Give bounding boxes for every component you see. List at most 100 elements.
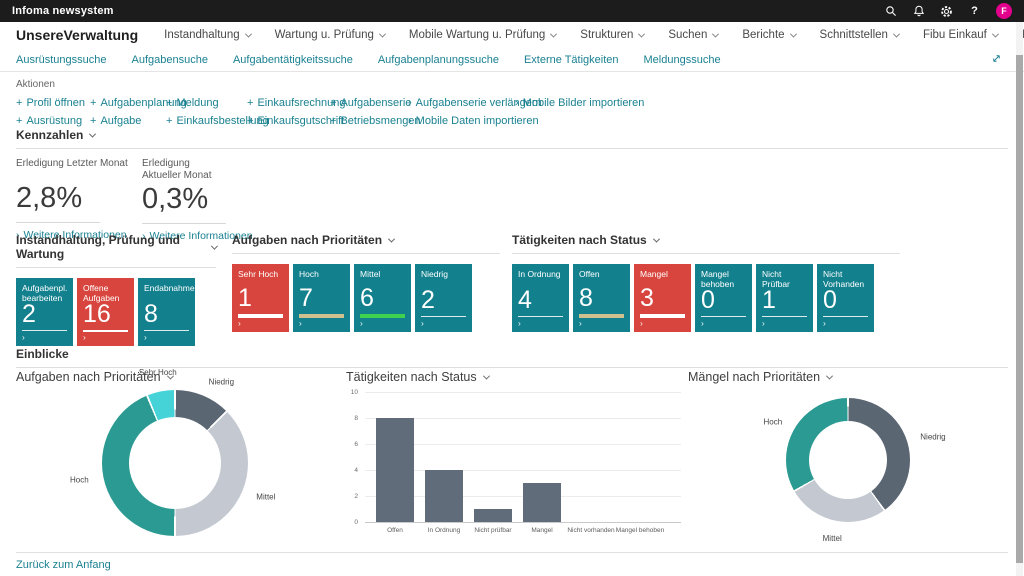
action-einkaufsbestellung[interactable]: +Einkaufsbestellung [166, 115, 247, 127]
chevron-down-icon [483, 372, 490, 379]
bar [425, 470, 463, 522]
role-center-page: Infoma newsystem ? F UnsereVerwaltung In… [0, 0, 1024, 576]
subnav-aufgabensuche[interactable]: Aufgabensuche [132, 54, 208, 66]
search-links-bar: Ausrüstungssuche Aufgabensuche Aufgabent… [16, 48, 721, 71]
action-aufgabe[interactable]: +Aufgabe [90, 115, 166, 127]
help-icon[interactable]: ? [968, 5, 981, 18]
tile-nicht-pruefbar[interactable]: Nicht Prüfbar1› [756, 264, 813, 332]
kpi-label: Erledigung Letzter Monat [16, 158, 142, 181]
donut-chart-maengel-nach-prioritaeten: Mängel nach Prioritäten NiedrigMittelHoc… [688, 370, 1010, 544]
chevron-right-icon: › [299, 318, 344, 328]
vertical-scrollbar-thumb[interactable] [1016, 55, 1023, 563]
nav-item-berichte[interactable]: Berichte [742, 29, 795, 41]
action-meldung[interactable]: +Meldung [166, 97, 247, 109]
action-einkaufsrechnung[interactable]: +Einkaufsrechnung [247, 97, 330, 109]
action-einkaufsgutschrift[interactable]: +Einkaufsgutschrift [247, 115, 330, 127]
tile-offene-aufgaben[interactable]: Offene Aufgaben16› [77, 278, 134, 346]
tile-niedrig[interactable]: Niedrig2› [415, 264, 472, 332]
action-mobile-bilder-importieren[interactable]: ›Mobile Bilder importieren [515, 97, 998, 109]
action-betriebsmengen[interactable]: +Betriebsmengen [330, 115, 408, 127]
notifications-bell-icon[interactable] [912, 5, 925, 18]
collapse-ribbon-icon[interactable] [991, 51, 1002, 69]
chevron-down-icon [245, 30, 252, 37]
donut-slice-label: Hoch [70, 476, 89, 485]
nav-item-instandhaltung[interactable]: Instandhaltung [164, 29, 250, 41]
donut-slice-label: Sehr Hoch [139, 368, 177, 377]
action-mobile-daten-importieren[interactable]: ›Mobile Daten importieren [408, 115, 515, 127]
action-aufgabenplanung[interactable]: +Aufgabenplanung [90, 97, 166, 109]
kennzahlen-header[interactable]: Kennzahlen [16, 128, 1008, 149]
nav-item-wartung-pruefung[interactable]: Wartung u. Prüfung [275, 29, 385, 41]
tile-sehr-hoch[interactable]: Sehr Hoch1› [232, 264, 289, 332]
actions-label: Aktionen [16, 79, 998, 90]
chevron-right-icon: › [518, 318, 563, 328]
subnav-externe-taetigkeiten[interactable]: Externe Tätigkeiten [524, 54, 619, 66]
chart-title[interactable]: Aufgaben nach Prioritäten [16, 370, 340, 384]
bar [474, 509, 512, 522]
chevron-down-icon [388, 235, 395, 242]
action-profil-oeffnen[interactable]: +Profil öffnen [16, 97, 90, 109]
group-header[interactable]: Instandhaltung, Prüfung und Wartung [16, 233, 216, 268]
tile-hoch[interactable]: Hoch7› [293, 264, 350, 332]
nav-item-suchen[interactable]: Suchen [668, 29, 718, 41]
y-axis-tick-label: 6 [346, 441, 358, 448]
subnav-aufgabenplanungssuche[interactable]: Aufgabenplanungssuche [378, 54, 499, 66]
group-header[interactable]: Aufgaben nach Prioritäten [232, 233, 500, 254]
kpi-value: 2,8% [16, 182, 142, 215]
x-axis-category-label: Mangel behoben [608, 527, 672, 534]
donut-slice-label: Niedrig [920, 432, 945, 441]
action-aufgabenserie[interactable]: +Aufgabenserie [330, 97, 408, 109]
einblicke-title: Einblicke [16, 347, 1008, 368]
donut-slice-label: Mittel [823, 534, 842, 543]
chart-title[interactable]: Tätigkeiten nach Status [346, 370, 682, 384]
tile-nicht-vorhanden[interactable]: Nicht Vorhanden0› [817, 264, 874, 332]
nav-home-unsereverwaltung[interactable]: UnsereVerwaltung [16, 27, 138, 43]
nav-item-fibu-einkauf[interactable]: Fibu Einkauf [923, 29, 998, 41]
group-header[interactable]: Tätigkeiten nach Status [512, 233, 900, 254]
kpi-divider [142, 223, 226, 224]
donut-slice-label: Niedrig [209, 377, 234, 386]
action-aufgabenserie-verlaengern[interactable]: ›Aufgabenserie verlängern [408, 97, 515, 109]
tile-status-bar [701, 316, 746, 317]
chevron-down-icon [550, 30, 557, 37]
nav-item-schnittstellen[interactable]: Schnittstellen [820, 29, 899, 41]
tile-mangel[interactable]: Mangel3› [634, 264, 691, 332]
kpi-label: Erledigung Aktueller Monat [142, 158, 222, 182]
main-navigation: UnsereVerwaltung Instandhaltung Wartung … [0, 22, 1024, 48]
search-icon[interactable] [884, 5, 897, 18]
chevron-right-icon: › [83, 332, 128, 342]
tile-aufgabenpl-bearbeiten[interactable]: Aufgabenpl. bearbeiten2› [16, 278, 73, 346]
kpi-erledigung-letzter-monat: Erledigung Letzter Monat 2,8% ›Weitere I… [16, 158, 142, 242]
chart-title[interactable]: Mängel nach Prioritäten [688, 370, 1010, 384]
chevron-right-icon: › [823, 318, 868, 328]
tile-endabnahme[interactable]: Endabnahme8› [138, 278, 195, 346]
settings-gear-icon[interactable] [940, 5, 953, 18]
tile-mangel-behoben[interactable]: Mangel behoben0› [695, 264, 752, 332]
bar-plot: 0246810OffenIn OrdnungNicht prüfbarMange… [346, 386, 682, 544]
chevron-right-icon: › [22, 332, 67, 342]
einblicke-section-header: Einblicke [16, 347, 1008, 368]
donut-hole [809, 421, 887, 499]
tile-offen[interactable]: Offen8› [573, 264, 630, 332]
subnav-ausruestungssuche[interactable]: Ausrüstungssuche [16, 54, 107, 66]
action-ausruestung[interactable]: +Ausrüstung [16, 115, 90, 127]
tile-mittel[interactable]: Mittel6› [354, 264, 411, 332]
back-to-top-link[interactable]: Zurück zum Anfang [16, 559, 111, 571]
gridline [365, 392, 681, 393]
chevron-right-icon: › [640, 318, 685, 328]
chevron-down-icon [826, 372, 833, 379]
subnav-aufgabentaetigkeitssuche[interactable]: Aufgabentätigkeitssuche [233, 54, 353, 66]
chevron-down-icon [790, 30, 797, 37]
tile-status-bar [22, 330, 67, 331]
chevron-down-icon [379, 30, 386, 37]
nav-item-mobile-wartung-pruefung[interactable]: Mobile Wartung u. Prüfung [409, 29, 556, 41]
tile-status-bar [421, 316, 466, 317]
chevron-down-icon [210, 242, 217, 249]
subnav-meldungssuche[interactable]: Meldungssuche [644, 54, 721, 66]
chevron-right-icon: › [762, 318, 807, 328]
tile-in-ordnung[interactable]: In Ordnung4› [512, 264, 569, 332]
user-avatar[interactable]: F [996, 3, 1012, 19]
chevron-down-icon [992, 30, 999, 37]
bar [523, 483, 561, 522]
nav-item-strukturen[interactable]: Strukturen [580, 29, 644, 41]
